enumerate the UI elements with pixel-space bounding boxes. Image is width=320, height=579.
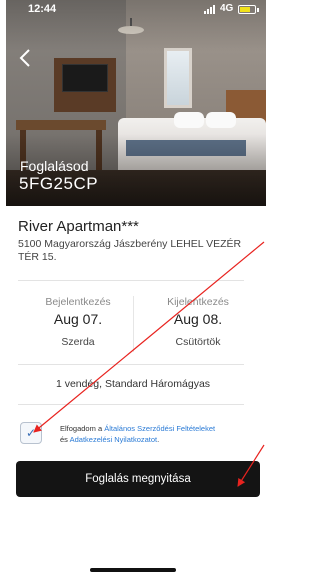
chevron-left-icon: [19, 49, 30, 67]
checkin-day: Szerda: [61, 336, 95, 348]
battery-icon: [238, 5, 256, 14]
back-button[interactable]: [18, 48, 38, 72]
open-booking-button[interactable]: Foglalás megnyitása: [16, 461, 260, 497]
battery-tip: [257, 8, 259, 12]
date-separator: [133, 296, 134, 352]
terms-middle: és: [60, 435, 70, 444]
booking-label: Foglalásod: [20, 158, 89, 174]
guests-room-summary: 1 vendég, Standard Háromágyas: [55, 378, 211, 390]
hotel-address: 5100 Magyarország Jászberény LEHEL VEZÉR…: [18, 238, 242, 263]
status-time: 12:44: [28, 3, 57, 15]
privacy-link[interactable]: Adatkezelési Nyilatkozatot: [70, 435, 158, 444]
checkout-label: Kijelentkezés: [167, 296, 229, 308]
terms-checkbox[interactable]: ✓: [20, 422, 42, 444]
checkout-date: Aug 08.: [173, 311, 223, 327]
divider: [18, 364, 244, 365]
checkin-label: Bejelentkezés: [45, 296, 111, 308]
hotel-name: River Apartman***: [18, 218, 139, 235]
network-label: 4G: [220, 3, 234, 14]
divider: [18, 280, 244, 281]
terms-suffix: .: [157, 435, 160, 444]
checkout-block: Kijelentkezés Aug 08. Csütörtök: [148, 296, 248, 348]
checkin-date: Aug 07.: [53, 311, 103, 327]
checkin-block: Bejelentkezés Aug 07. Szerda: [28, 296, 128, 348]
terms-text: Elfogadom a Általános Szerződési Feltéte…: [60, 423, 260, 445]
booking-code: 5FG25CP: [19, 174, 99, 193]
checkmark-icon: ✓: [25, 426, 37, 440]
home-indicator[interactable]: [90, 568, 176, 572]
signal-icon: [204, 5, 215, 14]
status-bar: 12:44 4G: [6, 0, 266, 22]
terms-prefix: Elfogadom a: [60, 424, 105, 433]
terms-link[interactable]: Általános Szerződési Feltételeket: [104, 424, 215, 433]
checkout-day: Csütörtök: [175, 336, 221, 348]
divider: [18, 404, 244, 405]
